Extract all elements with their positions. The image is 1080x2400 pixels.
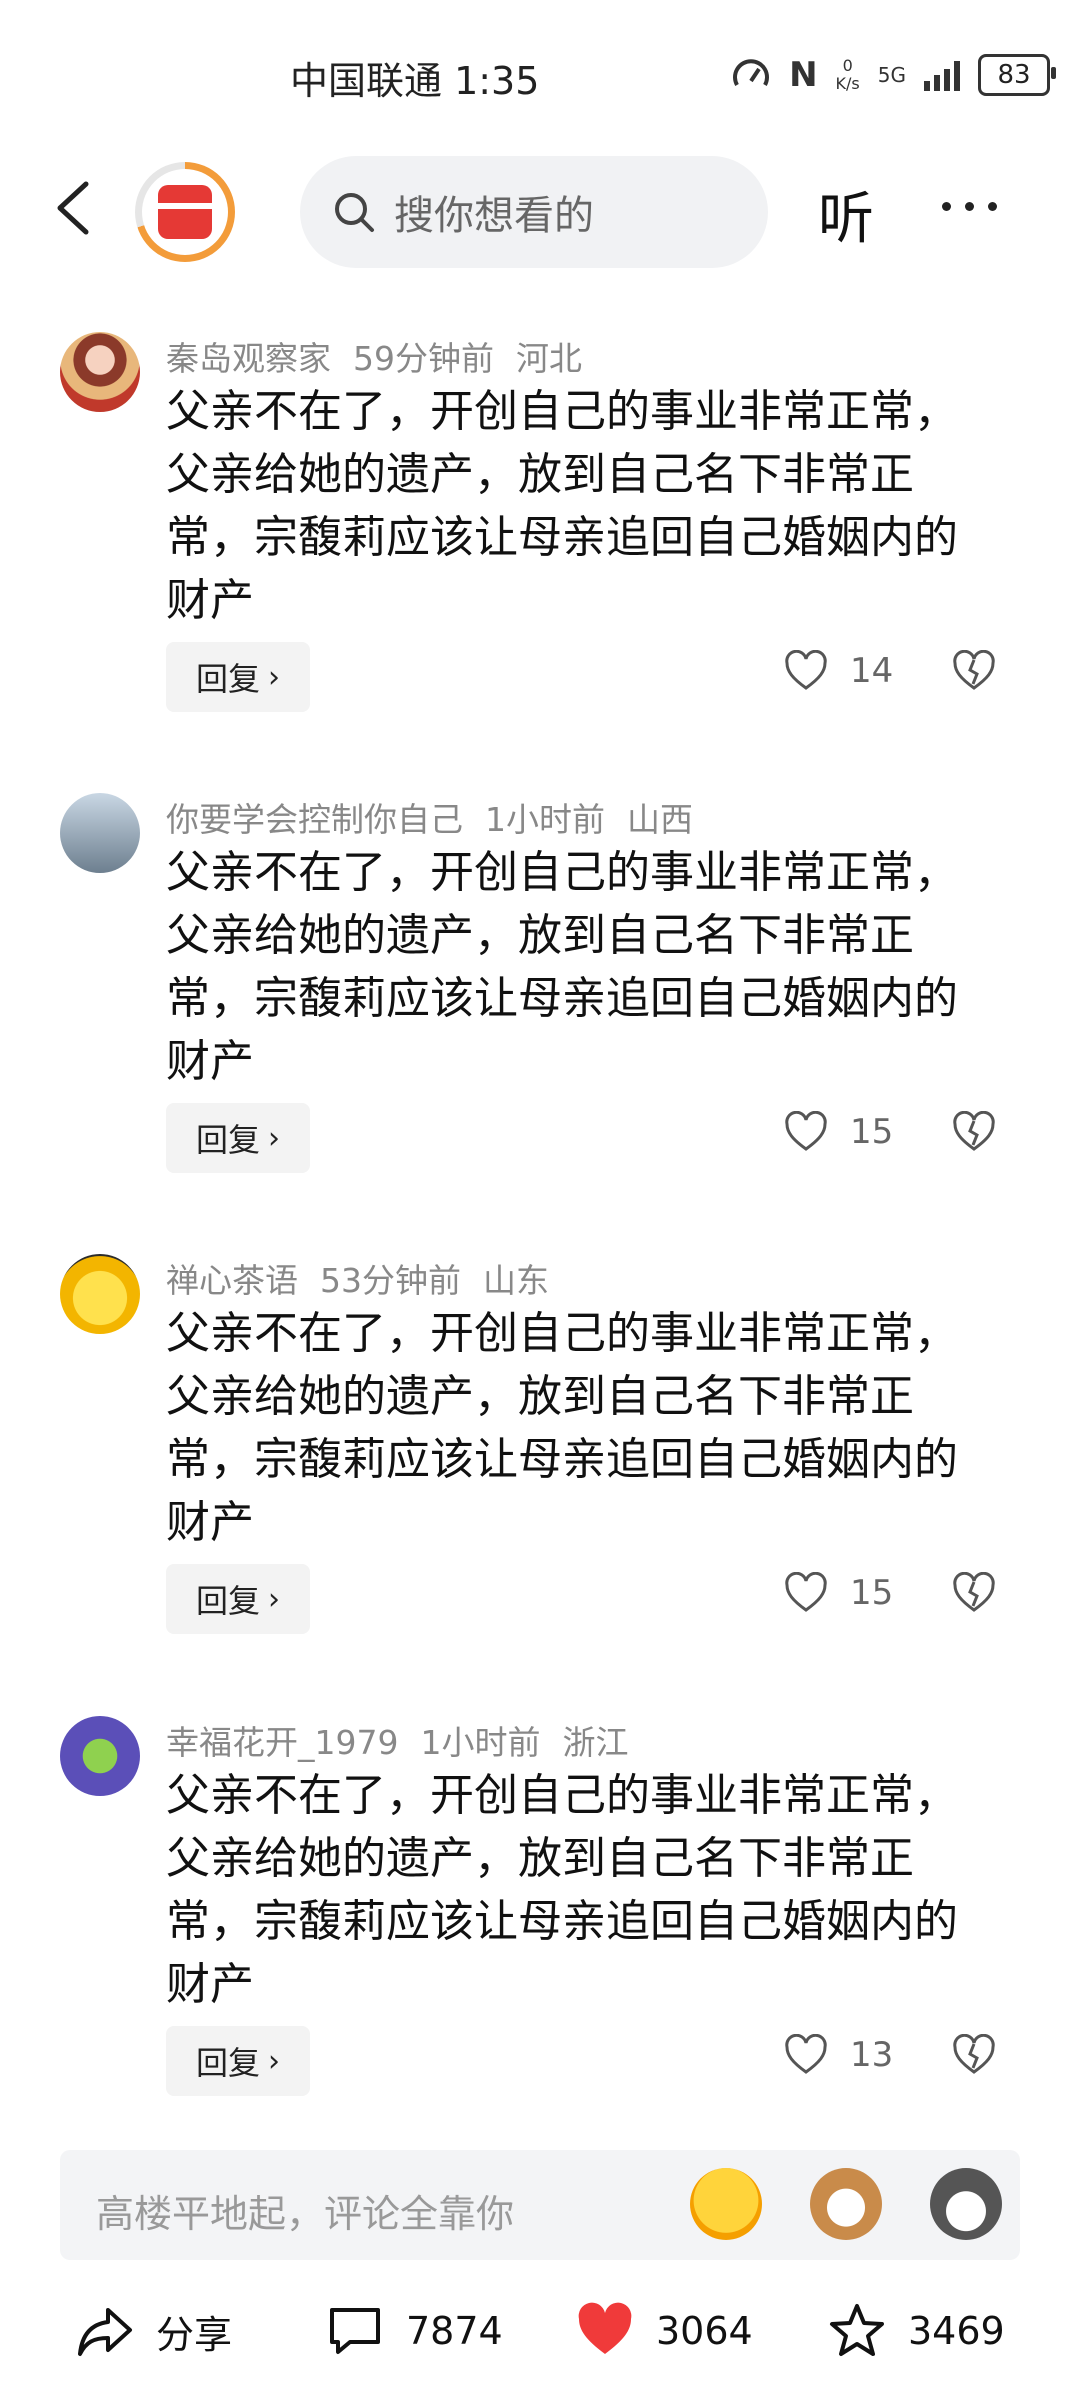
bottom-action-bar: 分享 7874 3064 3469 <box>0 2280 1080 2400</box>
broken-heart-icon[interactable] <box>952 2034 996 2076</box>
like-button[interactable]: 13 <box>784 2034 893 2076</box>
like-article-button[interactable]: 3064 <box>576 2302 753 2360</box>
reply-button[interactable]: 回复 › <box>166 1564 310 1634</box>
broken-heart-icon[interactable] <box>952 1111 996 1153</box>
comment-input-placeholder: 高楼平地起，评论全靠你 <box>96 2192 515 2236</box>
comment-text: 父亲不在了，开创自己的事业非常正常，父亲给她的遗产，放到自己名下非常正常，宗馥莉… <box>166 386 958 626</box>
like-count: 14 <box>850 651 894 691</box>
comment-meta: 禅心茶语 53分钟前 山东 <box>166 1254 571 1302</box>
app-logo[interactable] <box>135 162 235 262</box>
comment-username[interactable]: 幸福花开_1979 <box>166 1723 398 1762</box>
comment-time: 1小时前 <box>485 800 605 839</box>
share-arrow-icon <box>78 2308 132 2356</box>
comment-bubble-icon <box>330 2308 380 2354</box>
reply-button[interactable]: 回复 › <box>166 1103 310 1173</box>
comment-location: 山西 <box>627 800 693 839</box>
heart-outline-icon <box>785 650 827 690</box>
reply-button[interactable]: 回复 › <box>166 642 310 712</box>
speedometer-icon <box>733 59 770 86</box>
comment-location: 河北 <box>516 339 582 378</box>
comment-text: 父亲不在了，开创自己的事业非常正常，父亲给她的遗产，放到自己名下非常正常，宗馥莉… <box>166 847 958 1087</box>
comment-username[interactable]: 你要学会控制你自己 <box>166 800 463 839</box>
avatar[interactable] <box>60 1254 140 1334</box>
nfc-icon: N <box>789 55 818 95</box>
listen-button[interactable]: 听 <box>818 174 874 255</box>
status-icons: N 0 K/s 5G 83 <box>731 54 1056 96</box>
favorite-button[interactable]: 3469 <box>828 2302 1005 2360</box>
share-button[interactable]: 分享 <box>76 2302 232 2360</box>
like-button[interactable]: 14 <box>784 650 893 692</box>
comment-count-button[interactable]: 7874 <box>326 2302 503 2360</box>
comment-meta: 秦岛观察家 59分钟前 河北 <box>166 332 604 380</box>
comment-count: 7874 <box>406 2309 503 2353</box>
comment-location: 山东 <box>483 1261 549 1300</box>
avatar[interactable] <box>60 793 140 873</box>
top-nav: 搜你想看的 听 <box>0 150 1080 275</box>
heart-outline-icon <box>785 1572 827 1612</box>
reply-button[interactable]: 回复 › <box>166 2026 310 2096</box>
star-outline-icon <box>830 2304 884 2356</box>
heart-outline-icon <box>785 2034 827 2074</box>
broken-heart-icon[interactable] <box>952 650 996 692</box>
husky-emoji-icon[interactable] <box>930 2168 1002 2240</box>
signal-icon <box>924 59 960 91</box>
search-placeholder: 搜你想看的 <box>394 193 594 239</box>
like-count: 13 <box>850 2035 894 2075</box>
comment-input[interactable]: 高楼平地起，评论全靠你 <box>60 2150 1020 2260</box>
carrier-time: 中国联通 1:35 <box>290 59 540 103</box>
like-button[interactable]: 15 <box>784 1111 893 1153</box>
network-type: 5G <box>877 63 906 87</box>
status-bar: 中国联通 1:35 N 0 K/s 5G 83 <box>0 0 1080 150</box>
share-label: 分享 <box>156 2312 233 2357</box>
search-icon <box>335 193 374 232</box>
comment-text: 父亲不在了，开创自己的事业非常正常，父亲给她的遗产，放到自己名下非常正常，宗馥莉… <box>166 1308 958 1548</box>
comment-time: 1小时前 <box>420 1723 541 1762</box>
net-speed: 0 K/s <box>835 56 860 93</box>
like-button[interactable]: 15 <box>784 1572 893 1614</box>
comment-time: 53分钟前 <box>320 1261 461 1300</box>
heart-filled-icon <box>578 2302 632 2354</box>
red-envelope-icon <box>158 185 212 239</box>
more-options-icon[interactable] <box>942 202 997 211</box>
dog-emoji-icon[interactable] <box>810 2168 882 2240</box>
like-count: 15 <box>850 1112 894 1152</box>
laughing-emoji-icon[interactable] <box>690 2168 762 2240</box>
broken-heart-icon[interactable] <box>952 1572 996 1614</box>
search-box[interactable]: 搜你想看的 <box>300 156 768 268</box>
comment-meta: 幸福花开_1979 1小时前 浙江 <box>166 1716 650 1764</box>
comment-text: 父亲不在了，开创自己的事业非常正常，父亲给她的遗产，放到自己名下非常正常，宗馥莉… <box>166 1770 958 2010</box>
back-arrow-icon[interactable] <box>50 178 100 238</box>
comment-username[interactable]: 禅心茶语 <box>166 1261 298 1300</box>
avatar[interactable] <box>60 1716 140 1796</box>
comment-location: 浙江 <box>562 1723 629 1762</box>
comment-time: 59分钟前 <box>353 339 494 378</box>
comment-meta: 你要学会控制你自己 1小时前 山西 <box>166 793 715 841</box>
like-count: 15 <box>850 1573 894 1613</box>
comment-username[interactable]: 秦岛观察家 <box>166 339 331 378</box>
avatar[interactable] <box>60 332 140 412</box>
battery-icon: 83 <box>978 54 1056 96</box>
heart-outline-icon <box>785 1111 827 1151</box>
favorite-count: 3469 <box>908 2309 1005 2353</box>
like-article-count: 3064 <box>656 2309 753 2353</box>
